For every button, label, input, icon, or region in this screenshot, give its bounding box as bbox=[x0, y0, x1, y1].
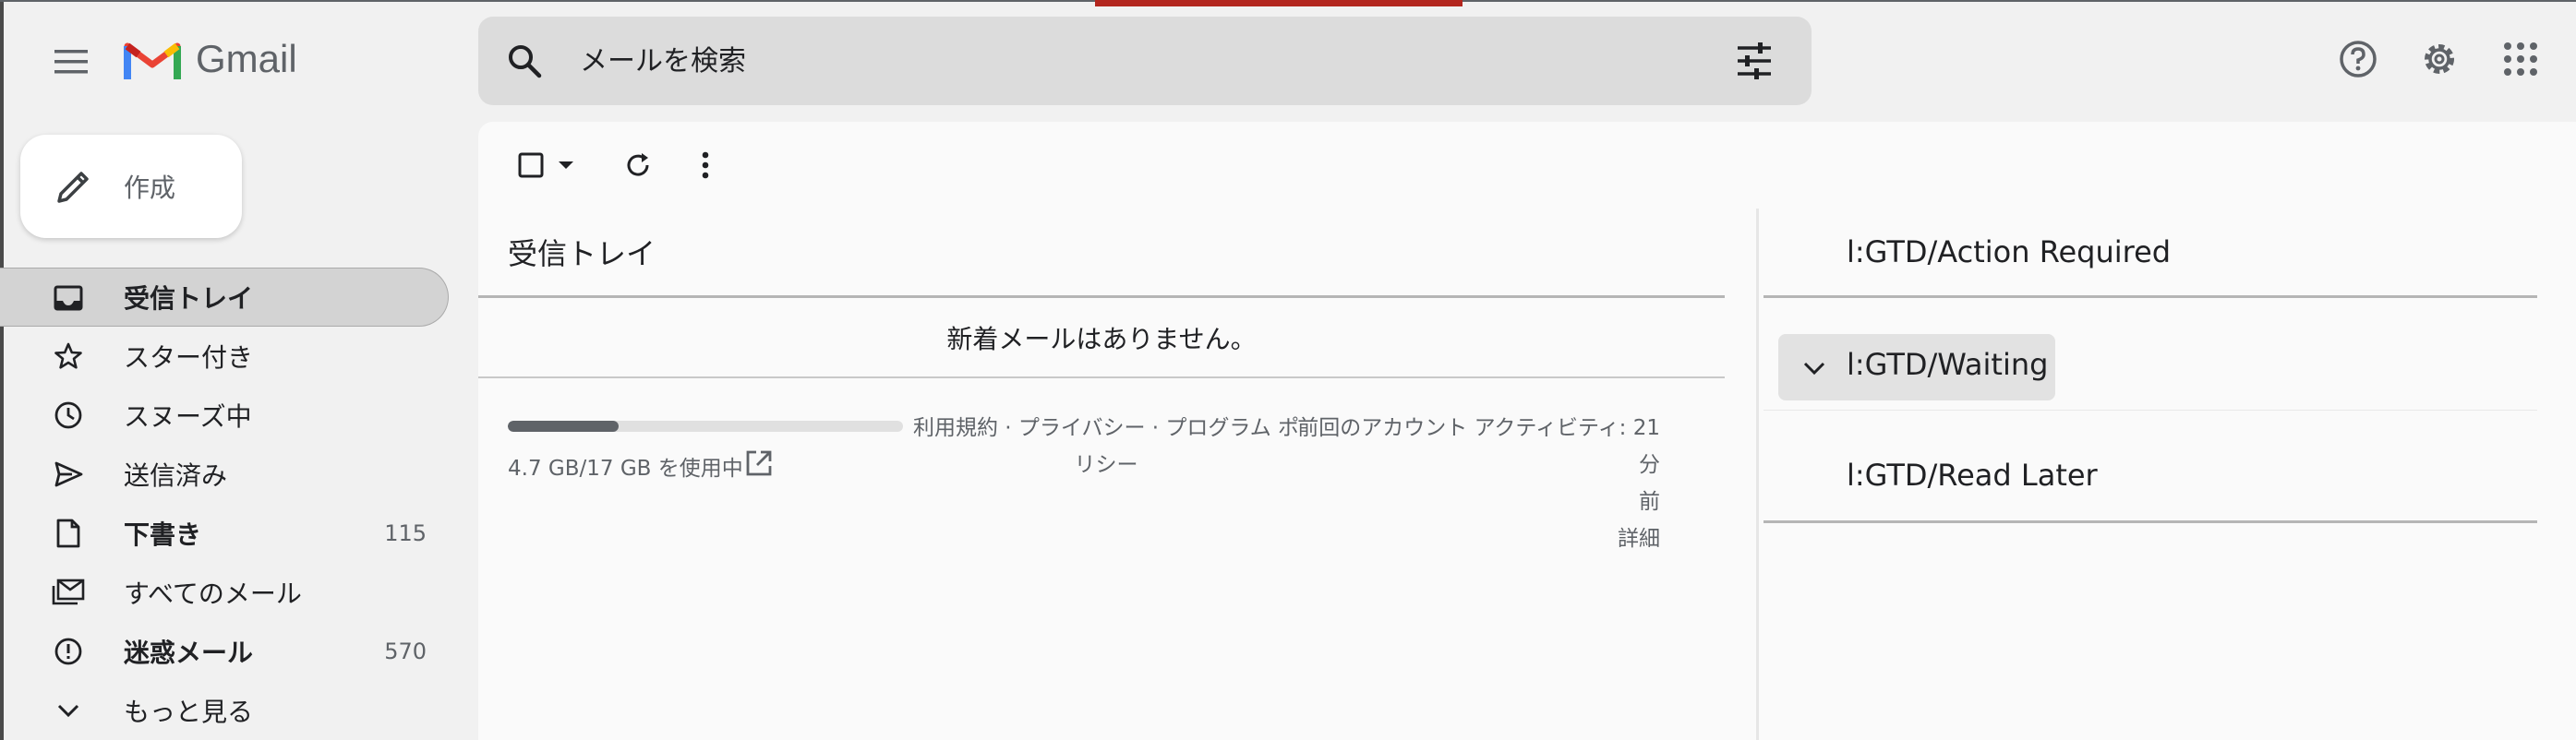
settings-button[interactable] bbox=[2410, 30, 2469, 89]
spam-count: 570 bbox=[384, 639, 427, 664]
inbox-icon bbox=[52, 281, 85, 315]
sidebar-item-label: もっと見る bbox=[124, 697, 254, 727]
sidebar-item-spam[interactable]: 迷惑メール 570 bbox=[0, 622, 452, 681]
send-icon bbox=[52, 458, 85, 491]
draft-icon bbox=[52, 517, 85, 550]
footer-links-line1[interactable]: 利用規約 · プライバシー · プログラム ポ bbox=[903, 410, 1309, 447]
chevron-down-icon bbox=[52, 694, 85, 727]
sidebar-item-sent[interactable]: 送信済み bbox=[0, 445, 452, 504]
apps-button[interactable] bbox=[2491, 30, 2550, 89]
sidebar-item-label: スヌーズ中 bbox=[124, 401, 252, 432]
chevron-down-icon bbox=[1803, 362, 1825, 376]
sidebar-item-drafts[interactable]: 下書き 115 bbox=[0, 504, 452, 563]
select-all-checkbox[interactable] bbox=[510, 142, 584, 188]
activity-line2: 前 bbox=[1639, 490, 1660, 514]
main-menu-button[interactable] bbox=[39, 30, 103, 94]
sidebar-item-label: 受信トレイ bbox=[124, 283, 254, 314]
activity-details-link[interactable]: 詳細 bbox=[1272, 520, 1660, 557]
sidebar-item-label: 下書き bbox=[124, 519, 202, 550]
hamburger-icon bbox=[54, 50, 88, 74]
pane-title: 受信トレイ bbox=[508, 236, 656, 271]
open-external-icon[interactable] bbox=[744, 448, 774, 478]
help-icon bbox=[2340, 41, 2377, 78]
sidebar-item-snoozed[interactable]: スヌーズ中 bbox=[0, 386, 452, 445]
sidebar-nav: 受信トレイ スター付き スヌーズ中 送信済み 下書き 115 すべてのメール 迷… bbox=[0, 268, 452, 740]
apps-grid-icon bbox=[2504, 42, 2537, 76]
sidebar-item-starred[interactable]: スター付き bbox=[0, 327, 452, 386]
pencil-icon bbox=[57, 172, 89, 203]
clock-icon bbox=[52, 399, 85, 432]
drafts-count: 115 bbox=[384, 520, 427, 546]
storage-usage-bar bbox=[508, 421, 903, 432]
caret-down-icon bbox=[559, 161, 573, 169]
footer-links[interactable]: 利用規約 · プライバシー · プログラム ポ リシー bbox=[903, 410, 1309, 483]
refresh-button[interactable] bbox=[615, 142, 661, 188]
activity-line1: 前回のアカウント アクティビティ: 21 分 bbox=[1297, 416, 1660, 477]
spam-icon bbox=[52, 635, 85, 668]
star-icon bbox=[52, 340, 85, 373]
search-bar[interactable] bbox=[478, 17, 1812, 105]
help-button[interactable] bbox=[2329, 30, 2388, 89]
gear-icon bbox=[2425, 44, 2454, 74]
sidebar-item-label: 送信済み bbox=[124, 460, 228, 491]
sidebar-item-label: 迷惑メール bbox=[124, 638, 254, 668]
refresh-icon bbox=[627, 153, 649, 176]
compose-label: 作成 bbox=[124, 173, 176, 203]
search-options-icon[interactable] bbox=[1734, 41, 1775, 81]
footer-links-line2[interactable]: リシー bbox=[903, 447, 1309, 483]
empty-inbox-message: 新着メールはありません。 bbox=[946, 324, 1257, 354]
search-input[interactable] bbox=[580, 35, 1688, 87]
sidebar-item-label: スター付き bbox=[124, 342, 254, 373]
more-vert-icon bbox=[702, 151, 709, 179]
main-panel: 受信トレイ 新着メールはありません。 4.7 GB/17 GB を使用中 利用規… bbox=[478, 122, 2576, 740]
compose-button[interactable]: 作成 bbox=[20, 135, 242, 238]
pane-divider[interactable] bbox=[1756, 209, 1759, 740]
sidebar-item-more[interactable]: もっと見る bbox=[0, 681, 452, 740]
sidebar-item-label: すべてのメール bbox=[124, 579, 302, 609]
pane-title-divider bbox=[478, 295, 1725, 298]
sidebar-item-all-mail[interactable]: すべてのメール bbox=[0, 563, 452, 622]
search-icon[interactable] bbox=[506, 42, 543, 79]
sidebar-item-inbox[interactable]: 受信トレイ bbox=[0, 268, 449, 327]
gmail-m-icon bbox=[124, 42, 181, 79]
action-required-divider bbox=[1763, 295, 2537, 298]
label-read-later[interactable]: l:GTD/Read Later bbox=[1847, 458, 2098, 493]
label-action-required[interactable]: l:GTD/Action Required bbox=[1847, 234, 2171, 269]
app-name: Gmail bbox=[196, 37, 297, 80]
storage-usage-fill bbox=[508, 421, 619, 432]
waiting-divider bbox=[1763, 410, 2537, 411]
label-waiting[interactable]: l:GTD/Waiting bbox=[1847, 347, 2048, 382]
checkbox-icon bbox=[518, 152, 544, 178]
storage-usage-text: 4.7 GB/17 GB を使用中 bbox=[508, 457, 743, 481]
read-later-divider bbox=[1763, 520, 2537, 523]
account-activity: 前回のアカウント アクティビティ: 21 分 前 詳細 bbox=[1272, 410, 1660, 557]
more-options-button[interactable] bbox=[687, 142, 724, 188]
all-mail-icon bbox=[52, 576, 85, 609]
tab-indicator bbox=[1095, 0, 1463, 6]
gmail-logo[interactable]: Gmail bbox=[124, 37, 297, 81]
empty-message-divider bbox=[478, 376, 1725, 378]
